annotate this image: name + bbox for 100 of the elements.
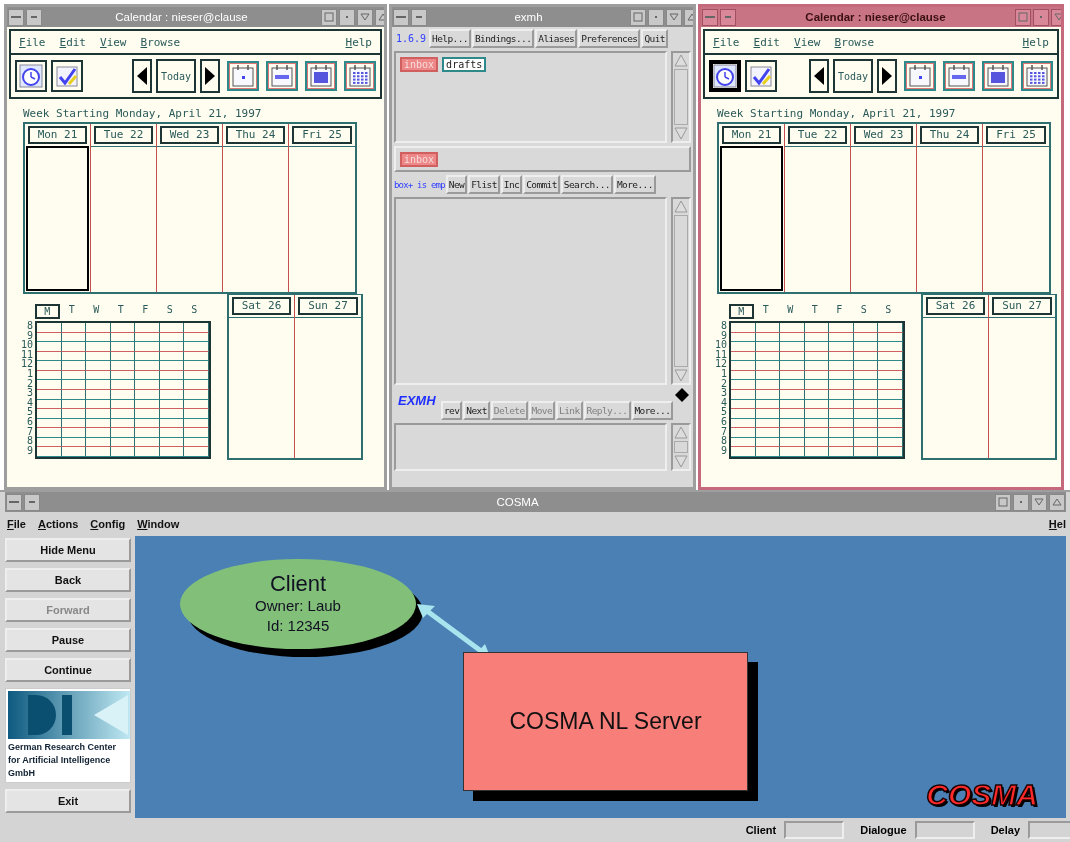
day-heading[interactable]: Wed 23 bbox=[160, 126, 219, 144]
side-button[interactable]: Back bbox=[5, 568, 131, 592]
hour-label: 3 bbox=[26, 388, 33, 398]
folder-label[interactable]: drafts bbox=[442, 57, 487, 72]
side-button[interactable]: Continue bbox=[5, 658, 131, 682]
node-title: COSMA NL Server bbox=[509, 708, 702, 735]
weekday-letter[interactable]: S bbox=[851, 304, 876, 319]
weekday-letter[interactable]: S bbox=[182, 304, 207, 319]
version-label: 1.6.9 bbox=[395, 33, 428, 44]
menu-item[interactable]: Browse bbox=[834, 35, 875, 49]
node-detail: Id: 12345 bbox=[266, 616, 330, 636]
toolbar-button[interactable]: New bbox=[445, 175, 468, 194]
toolbar-button[interactable]: Preferences bbox=[578, 29, 641, 48]
menu-item[interactable]: Hel bbox=[1048, 518, 1066, 530]
toolbar-button[interactable]: More... bbox=[613, 175, 656, 194]
hour-label: 1 bbox=[26, 368, 33, 379]
menu-item[interactable]: Edit bbox=[753, 35, 780, 49]
day-heading[interactable]: Fri 25 bbox=[292, 126, 352, 144]
hour-label: 1 bbox=[720, 368, 727, 379]
day-heading[interactable]: Sun 27 bbox=[992, 297, 1052, 315]
weekday-letter[interactable]: F bbox=[133, 304, 158, 319]
toolbar-button[interactable]: Aliases bbox=[535, 29, 578, 48]
weekday-letter[interactable]: S bbox=[157, 304, 182, 319]
today-button[interactable]: Today bbox=[832, 59, 873, 93]
hour-label: 6 bbox=[26, 416, 33, 427]
day-heading[interactable]: Thu 24 bbox=[226, 126, 285, 144]
toolbar-button[interactable]: Inc bbox=[500, 175, 523, 194]
menu-item[interactable]: View bbox=[100, 35, 127, 49]
week-heading: Week Starting Monday, April 21, 1997 bbox=[717, 107, 957, 120]
menu-item[interactable]: File bbox=[7, 518, 26, 530]
day-heading[interactable]: Fri 25 bbox=[986, 126, 1046, 144]
menu-item[interactable]: Edit bbox=[59, 35, 86, 49]
hour-label: 10 bbox=[20, 340, 33, 350]
hour-label: 5 bbox=[720, 407, 727, 417]
weekday-letter[interactable]: W bbox=[778, 304, 803, 319]
day-heading[interactable]: Sun 27 bbox=[298, 297, 358, 315]
window-title: exmh bbox=[513, 11, 544, 23]
hour-label: 8 bbox=[720, 436, 727, 446]
hour-label: 11 bbox=[714, 349, 727, 360]
logo-caption: German Research Center for Artificial Intelligence GmbH bbox=[8, 741, 118, 780]
hour-label: 9 bbox=[26, 330, 33, 341]
status-label: Client bbox=[745, 824, 777, 836]
toolbar-button[interactable]: Bindings... bbox=[471, 29, 535, 48]
hour-label: 2 bbox=[720, 378, 727, 389]
weekday-letter[interactable]: F bbox=[827, 304, 852, 319]
toolbar-button[interactable]: Quit bbox=[641, 29, 668, 48]
weekday-letter[interactable]: M bbox=[35, 304, 60, 319]
side-button[interactable]: Pause bbox=[5, 628, 131, 652]
exit-button[interactable]: Exit bbox=[5, 789, 131, 813]
hour-label: 12 bbox=[20, 359, 33, 369]
menu-item[interactable]: View bbox=[794, 35, 821, 49]
hour-label: 9 bbox=[26, 445, 33, 456]
menu-item[interactable]: Actions bbox=[37, 518, 79, 530]
window-title: Calendar : nieser@clause bbox=[114, 11, 249, 23]
hour-label: 5 bbox=[26, 407, 33, 417]
menu-item[interactable]: File bbox=[713, 35, 740, 49]
toolbar-button[interactable]: Help... bbox=[429, 29, 471, 48]
weekday-letter[interactable]: M bbox=[729, 304, 754, 319]
message-button[interactable]: Next bbox=[463, 401, 490, 420]
side-button[interactable]: Hide Menu bbox=[5, 538, 131, 562]
menu-item[interactable]: Config bbox=[90, 518, 126, 530]
menu-item[interactable]: Browse bbox=[140, 35, 181, 49]
toolbar-button[interactable]: Search... bbox=[560, 175, 613, 194]
hour-label: 8 bbox=[26, 321, 33, 331]
hour-label: 2 bbox=[26, 378, 33, 389]
menu-item[interactable]: Help bbox=[1022, 35, 1049, 49]
day-heading[interactable]: Sat 26 bbox=[926, 297, 985, 315]
day-heading[interactable]: Thu 24 bbox=[920, 126, 979, 144]
toolbar-button[interactable]: Commit bbox=[523, 175, 560, 194]
status-label: Delay bbox=[990, 824, 1020, 836]
status-label: Dialogue bbox=[860, 824, 907, 836]
message-button[interactable]: rev bbox=[441, 401, 463, 420]
status-message: box+ is emp bbox=[394, 179, 445, 190]
day-heading[interactable]: Wed 23 bbox=[854, 126, 913, 144]
hour-label: 12 bbox=[714, 359, 727, 369]
menu-item[interactable]: Window bbox=[137, 518, 180, 530]
day-heading[interactable]: Sat 26 bbox=[232, 297, 291, 315]
weekday-letter[interactable]: W bbox=[84, 304, 109, 319]
hour-label: 10 bbox=[714, 340, 727, 350]
hour-label: 7 bbox=[720, 426, 727, 437]
week-heading: Week Starting Monday, April 21, 1997 bbox=[23, 107, 263, 120]
day-heading[interactable]: Tue 22 bbox=[94, 126, 153, 144]
menu-item[interactable]: File bbox=[19, 35, 46, 49]
day-heading[interactable]: Mon 21 bbox=[722, 126, 781, 144]
today-button[interactable]: Today bbox=[155, 59, 196, 93]
toolbar-button[interactable]: Flist bbox=[468, 175, 500, 194]
hour-label: 4 bbox=[26, 397, 33, 408]
day-heading[interactable]: Tue 22 bbox=[788, 126, 847, 144]
weekday-letter[interactable]: T bbox=[753, 304, 778, 319]
day-heading[interactable]: Mon 21 bbox=[28, 126, 87, 144]
window-title: COSMA bbox=[495, 496, 540, 508]
hour-label: 6 bbox=[720, 416, 727, 427]
weekday-letter[interactable]: T bbox=[108, 304, 133, 319]
app-logo: EXMH bbox=[397, 393, 437, 408]
weekday-letter[interactable]: T bbox=[59, 304, 84, 319]
menu-item[interactable]: Help bbox=[345, 35, 372, 49]
weekday-letter[interactable]: S bbox=[876, 304, 901, 319]
weekday-letter[interactable]: T bbox=[802, 304, 827, 319]
hour-label: 4 bbox=[720, 397, 727, 408]
message-button[interactable]: More... bbox=[631, 401, 674, 420]
